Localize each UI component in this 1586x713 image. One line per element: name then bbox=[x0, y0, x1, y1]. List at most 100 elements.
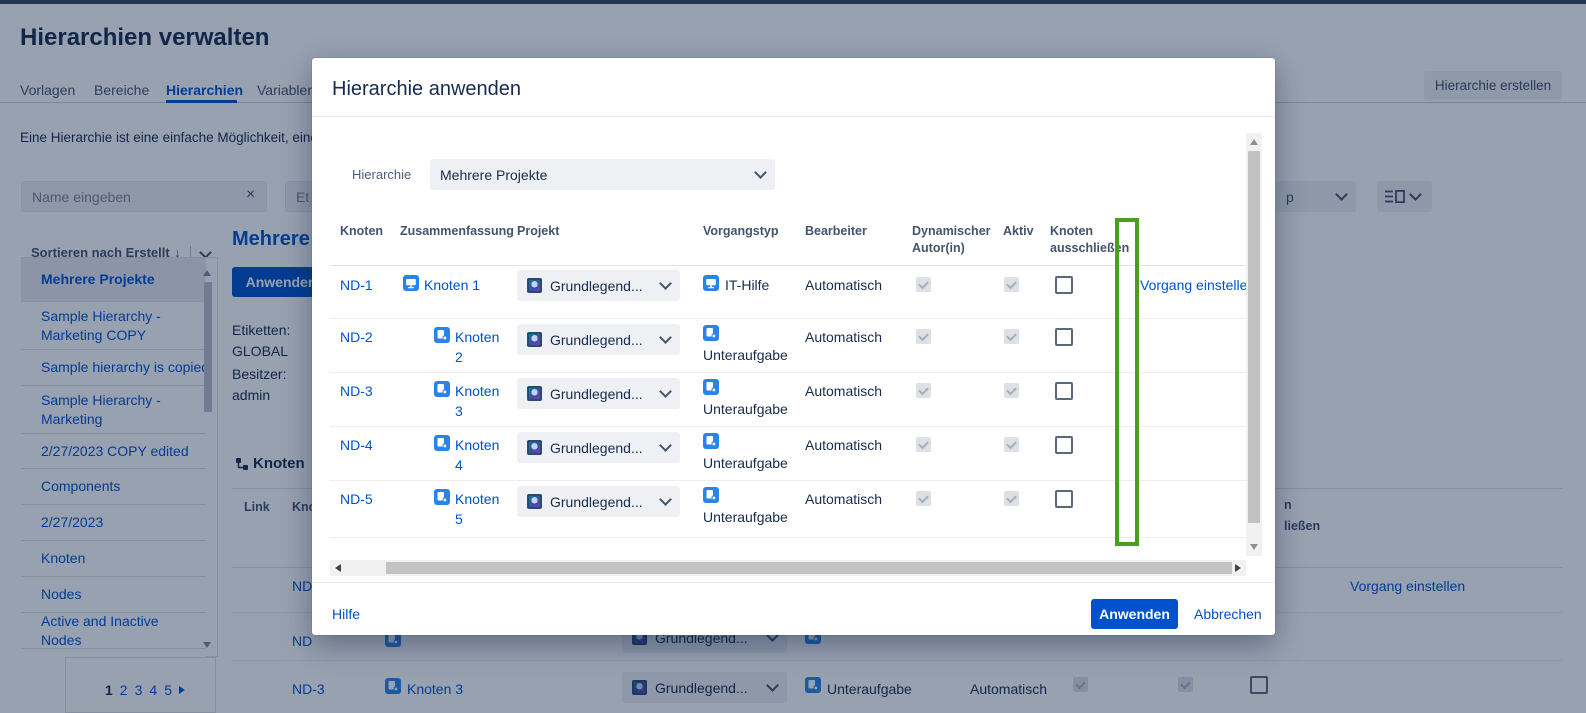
vertical-scrollbar-thumb[interactable] bbox=[1248, 151, 1260, 523]
row-divider bbox=[330, 372, 1246, 373]
row-project-value: Grundlegend... bbox=[550, 494, 653, 510]
horizontal-scrollbar-thumb[interactable] bbox=[386, 562, 1232, 574]
chevron-down-icon bbox=[659, 277, 672, 290]
scroll-down-icon[interactable] bbox=[1250, 544, 1258, 550]
subtask-icon bbox=[434, 435, 450, 475]
col-knoten: Knoten bbox=[340, 223, 383, 240]
cancel-button[interactable]: Abbrechen bbox=[1194, 606, 1262, 622]
row-assignee: Automatisch bbox=[805, 277, 882, 293]
row-summary-link[interactable]: Knoten 5 bbox=[455, 489, 507, 529]
col-dynamischer-autor: Dynamischer Autor(in) bbox=[912, 223, 998, 257]
hierarchy-select[interactable]: Mehrere Projekte bbox=[430, 159, 775, 190]
row-issuetype: Unteraufgabe bbox=[703, 347, 788, 363]
project-avatar-icon bbox=[527, 278, 542, 293]
row-key[interactable]: ND-1 bbox=[340, 277, 373, 293]
modal-footer-divider bbox=[312, 582, 1275, 583]
dynamic-author-checkbox bbox=[916, 491, 931, 506]
it-help-icon bbox=[703, 275, 719, 296]
row-project-dropdown[interactable]: Grundlegend... bbox=[517, 378, 680, 409]
apply-button[interactable]: Anwenden bbox=[1091, 599, 1178, 629]
chevron-down-icon bbox=[754, 166, 767, 179]
modal-title: Hierarchie anwenden bbox=[332, 78, 521, 101]
dynamic-author-checkbox bbox=[916, 437, 931, 452]
chevron-down-icon bbox=[659, 331, 672, 344]
row-assignee: Automatisch bbox=[805, 329, 882, 345]
row-divider bbox=[330, 537, 1246, 538]
row-project-dropdown[interactable]: Grundlegend... bbox=[517, 486, 680, 517]
row-project-value: Grundlegend... bbox=[550, 278, 653, 294]
active-checkbox bbox=[1004, 277, 1019, 292]
project-avatar-icon bbox=[527, 440, 542, 455]
active-checkbox bbox=[1004, 437, 1019, 452]
col-zusammenfassung: Zusammenfassung bbox=[400, 223, 514, 240]
active-checkbox bbox=[1004, 383, 1019, 398]
row-project-dropdown[interactable]: Grundlegend... bbox=[517, 324, 680, 355]
row-assignee: Automatisch bbox=[805, 491, 882, 507]
exclude-node-checkbox[interactable] bbox=[1055, 436, 1073, 454]
exclude-node-checkbox[interactable] bbox=[1055, 328, 1073, 346]
col-aktiv: Aktiv bbox=[1003, 223, 1034, 240]
chevron-down-icon bbox=[659, 493, 672, 506]
row-divider bbox=[330, 318, 1246, 319]
active-checkbox bbox=[1004, 491, 1019, 506]
subtask-icon bbox=[434, 327, 450, 367]
annotation-highlight bbox=[1115, 218, 1139, 546]
row-assignee: Automatisch bbox=[805, 437, 882, 453]
row-divider bbox=[330, 426, 1246, 427]
row-summary-link[interactable]: Knoten 1 bbox=[424, 277, 480, 293]
row-project-value: Grundlegend... bbox=[550, 386, 653, 402]
row-project-dropdown[interactable]: Grundlegend... bbox=[517, 270, 680, 301]
subtask-icon bbox=[703, 379, 719, 400]
vertical-scrollbar-track[interactable] bbox=[1246, 133, 1262, 556]
row-summary: Knoten 5 bbox=[434, 489, 507, 529]
subtask-icon bbox=[703, 325, 719, 346]
subtask-icon bbox=[703, 433, 719, 454]
active-checkbox bbox=[1004, 329, 1019, 344]
row-key[interactable]: ND-4 bbox=[340, 437, 373, 453]
row-summary: Knoten 2 bbox=[434, 327, 507, 367]
row-key[interactable]: ND-2 bbox=[340, 329, 373, 345]
dynamic-author-checkbox bbox=[916, 383, 931, 398]
screen: Hierarchien verwalten Hierarchie erstell… bbox=[0, 0, 1586, 713]
row-summary-link[interactable]: Knoten 2 bbox=[455, 327, 507, 367]
chevron-down-icon bbox=[659, 439, 672, 452]
scroll-left-icon[interactable] bbox=[335, 564, 341, 572]
set-issue-link[interactable]: Vorgang einstellen bbox=[1140, 277, 1255, 293]
help-link[interactable]: Hilfe bbox=[332, 606, 360, 622]
col-projekt: Projekt bbox=[517, 223, 559, 240]
row-summary: Knoten 4 bbox=[434, 435, 507, 475]
subtask-icon bbox=[434, 489, 450, 529]
row-summary-link[interactable]: Knoten 3 bbox=[455, 381, 507, 421]
row-issuetype: Unteraufgabe bbox=[703, 509, 788, 525]
row-summary: Knoten 3 bbox=[434, 381, 507, 421]
project-avatar-icon bbox=[527, 386, 542, 401]
chevron-down-icon bbox=[659, 385, 672, 398]
hierarchy-select-value: Mehrere Projekte bbox=[440, 167, 748, 183]
table-header-divider bbox=[330, 265, 1246, 266]
subtask-icon bbox=[434, 381, 450, 421]
modal-header-divider bbox=[312, 116, 1275, 117]
dynamic-author-checkbox bbox=[916, 277, 931, 292]
hierarchy-select-label: Hierarchie bbox=[352, 167, 411, 182]
exclude-node-checkbox[interactable] bbox=[1055, 382, 1073, 400]
row-issuetype: Unteraufgabe bbox=[703, 401, 788, 417]
row-project-value: Grundlegend... bbox=[550, 440, 653, 456]
row-project-dropdown[interactable]: Grundlegend... bbox=[517, 432, 680, 463]
col-bearbeiter: Bearbeiter bbox=[805, 223, 867, 240]
row-key[interactable]: ND-3 bbox=[340, 383, 373, 399]
project-avatar-icon bbox=[527, 332, 542, 347]
row-key[interactable]: ND-5 bbox=[340, 491, 373, 507]
row-summary-link[interactable]: Knoten 4 bbox=[455, 435, 507, 475]
row-issuetype: Unteraufgabe bbox=[703, 455, 788, 471]
col-vorgangstyp: Vorgangstyp bbox=[703, 223, 778, 240]
row-assignee: Automatisch bbox=[805, 383, 882, 399]
exclude-node-checkbox[interactable] bbox=[1055, 490, 1073, 508]
scroll-right-icon[interactable] bbox=[1235, 564, 1241, 572]
project-avatar-icon bbox=[527, 494, 542, 509]
it-help-icon bbox=[403, 275, 419, 296]
row-project-value: Grundlegend... bbox=[550, 332, 653, 348]
exclude-node-checkbox[interactable] bbox=[1055, 276, 1073, 294]
horizontal-scrollbar-track[interactable] bbox=[330, 560, 1246, 576]
subtask-icon bbox=[703, 487, 719, 508]
scroll-up-icon[interactable] bbox=[1250, 139, 1258, 145]
